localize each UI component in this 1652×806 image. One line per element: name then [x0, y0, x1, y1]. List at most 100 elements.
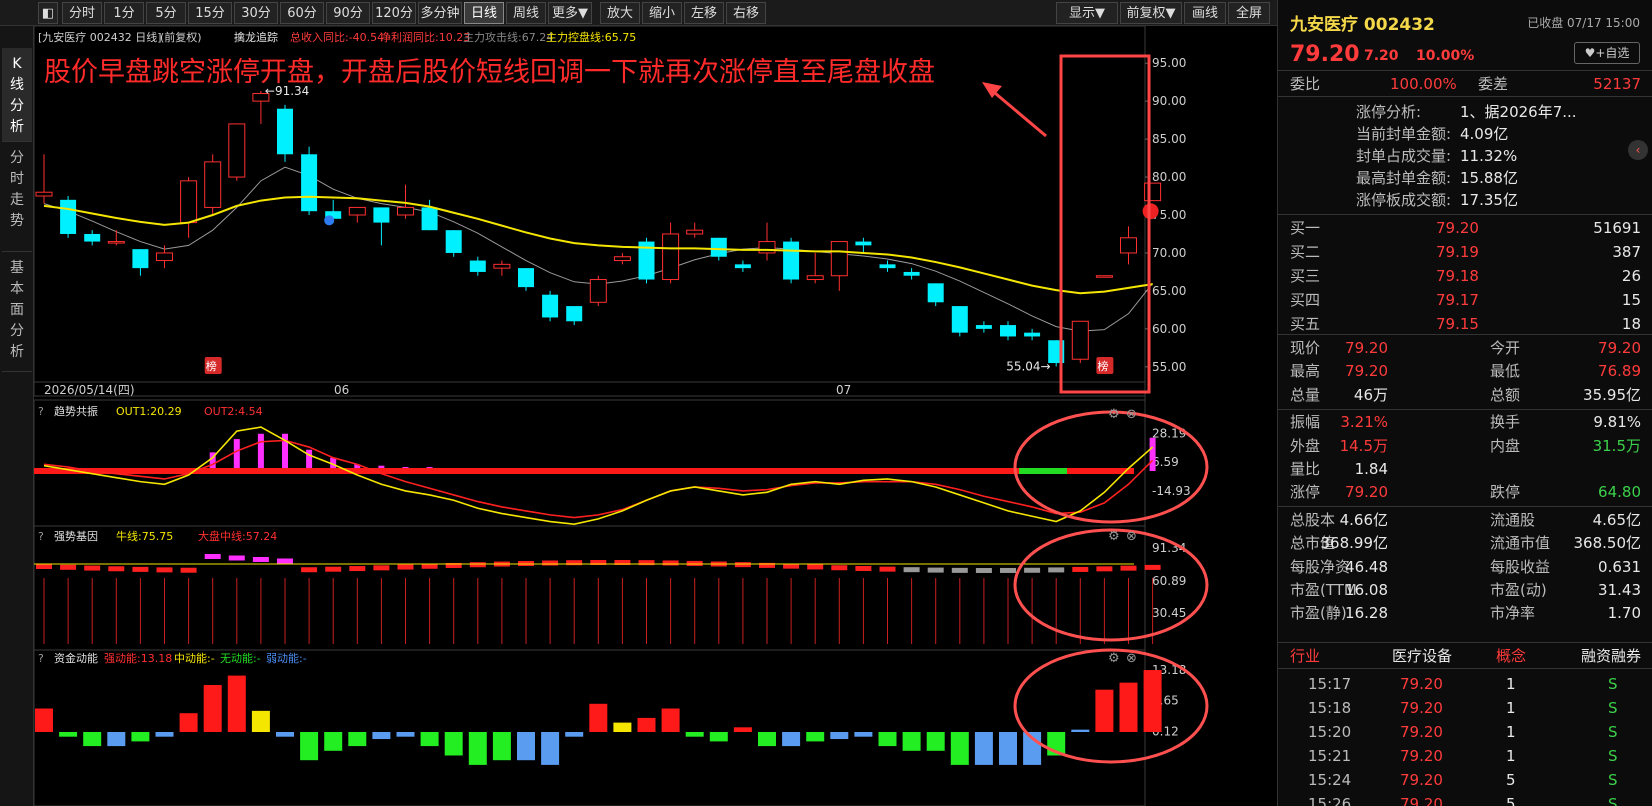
stat-key-2: 今开 [1490, 339, 1521, 357]
timeframe-3[interactable]: 15分 [188, 2, 232, 24]
funds-bar [468, 732, 487, 765]
left-tab-2[interactable]: 基本面分析 [2, 252, 32, 372]
gene-mark [36, 564, 52, 569]
timeframe-11[interactable]: 更多▼ [548, 2, 592, 24]
stat-key-1: 总股本 [1290, 510, 1336, 529]
gene-mark [1096, 566, 1113, 572]
chart-toolbar: ◧ 分时 1分 5分 15分 30分 60分 90分 120分 多分钟 日线 周线 更多▼ 放大 缩小 左移右… [0, 0, 1277, 26]
stat-value-1: 46万 [1353, 385, 1388, 404]
tick-time: 15:21 [1308, 747, 1352, 765]
panel3-niu: 牛线:75.75 [116, 529, 173, 543]
stat-value-2: 1.70 [1607, 604, 1641, 623]
tick-price: 79.20 [1400, 699, 1443, 717]
candle-body [493, 263, 511, 269]
timeframe-6[interactable]: 90分 [326, 2, 370, 24]
add-watchlist-button[interactable]: ♥+自选 [1574, 42, 1640, 64]
stat-value-1: 4.66亿 [1339, 510, 1388, 529]
candle-body [180, 180, 198, 224]
funds-bar [444, 732, 463, 756]
annotation-text: 股价早盘跳空涨停开盘，开盘后股价短线回调一下就再次涨停直至尾盘收盘 [44, 57, 935, 88]
gene-mark [686, 560, 703, 566]
toolbar-right-1[interactable]: 前复权▼ [1120, 2, 1182, 24]
gene-mark [132, 566, 149, 572]
chart-action-0[interactable]: 放大 [600, 2, 640, 24]
date-month-1: 06 [334, 383, 349, 397]
timeframe-9[interactable]: 日线 [464, 2, 504, 24]
stat-value-1: 79.20 [1345, 339, 1388, 357]
candle-body [879, 264, 896, 269]
stat-key-1: 总量 [1290, 385, 1321, 404]
gene-mark [180, 567, 197, 573]
industry-label: 行业 [1290, 647, 1321, 665]
toolbar-right-2[interactable]: 画线 [1184, 2, 1226, 24]
chart-action-3[interactable]: 右移 [726, 2, 766, 24]
chart-action-2[interactable]: 左移 [684, 2, 724, 24]
toolbar-right-0[interactable]: 显示▼ [1056, 2, 1118, 24]
funds-bar [926, 732, 945, 751]
price-tick-1: 90.00 [1152, 94, 1186, 108]
bid-label: 买一 [1290, 219, 1321, 237]
gene-mark [373, 565, 390, 571]
weibi-row: 委比 100.00% 委差 52137 [1278, 72, 1652, 96]
panel3-border [34, 525, 1146, 651]
chart-action-1[interactable]: 缩小 [642, 2, 682, 24]
candle-body [662, 233, 680, 281]
quote-panel: 九安医疗 002432 已收盘 07/17 15:00 79.20 7.20 1… [1277, 0, 1652, 806]
sep-5 [1278, 642, 1652, 643]
limit-info-value: 1、据2026年7... [1460, 103, 1577, 121]
timeframe-1[interactable]: 1分 [104, 2, 144, 24]
price-tick-6: 65.00 [1152, 284, 1186, 298]
panel2-name: 趋势共振 [54, 404, 98, 418]
funds-bar [733, 727, 752, 732]
timeframe-0[interactable]: 分时 [62, 2, 102, 24]
gene-mark [156, 567, 173, 573]
funds-bar [1071, 729, 1090, 732]
limit-up-badge-icon [1142, 203, 1159, 220]
bid-label: 买四 [1290, 291, 1321, 309]
left-tab-0[interactable]: K线分析 [2, 48, 32, 142]
funds-bar [83, 732, 102, 747]
osc-yellow-line [43, 426, 1154, 526]
candle-body [758, 241, 776, 254]
limit-info-row-1: 当前封单金额: 4.09亿 [1278, 122, 1652, 146]
timeframe-10[interactable]: 周线 [506, 2, 546, 24]
gene-mark [1048, 567, 1065, 573]
stat-key-1: 市盈(静) [1290, 604, 1347, 623]
weibi-label: 委比 [1290, 75, 1321, 93]
timeframe-8[interactable]: 多分钟 [418, 2, 462, 24]
sep-3 [1278, 214, 1652, 215]
candle-body [927, 283, 944, 303]
funds-bar [131, 732, 150, 742]
funds-bar [251, 710, 270, 732]
kline-chart-area[interactable]: [九安医疗 002432 日线](前复权) 擒龙追踪 总收入同比:-40.54净利润… [34, 26, 1277, 806]
last-price: 79.20 [1290, 42, 1360, 67]
layout-toggle-icon[interactable]: ◧ [38, 2, 58, 24]
limit-info-value: 4.09亿 [1460, 125, 1509, 143]
gene-mark [734, 562, 751, 568]
candle-body [132, 249, 149, 269]
funds-bar [589, 703, 608, 732]
gene-mark [1000, 567, 1016, 573]
timeframe-5[interactable]: 60分 [280, 2, 324, 24]
bang-marker-1: 榜 [1097, 359, 1108, 373]
funds-bar [35, 708, 53, 732]
funds-bar [348, 732, 367, 747]
stat-value-1: 1.84 [1354, 460, 1388, 478]
toolbar-right-3[interactable]: 全屏 [1228, 2, 1270, 24]
panel2-close-icon: ⊗ [1126, 407, 1137, 422]
gene-mark [325, 566, 342, 572]
chart-symbol-label: [九安医疗 002432 日线] [38, 30, 162, 44]
osc-bar [257, 433, 264, 471]
price-tick-5: 70.00 [1152, 246, 1186, 260]
gene-mark [879, 566, 896, 572]
left-tab-1[interactable]: 分时走势 [2, 142, 32, 252]
timeframe-4[interactable]: 30分 [234, 2, 278, 24]
timeframe-7[interactable]: 120分 [372, 2, 416, 24]
indicator-metric-2: 主力攻击线:67.24 [463, 30, 553, 44]
timeframe-2[interactable]: 5分 [146, 2, 186, 24]
stat-key-1: 涨停 [1290, 483, 1321, 502]
stat-row-4: 外盘 14.5万 内盘 31.5万 [1278, 434, 1652, 458]
osc-red-line [43, 439, 1154, 519]
stat-key-2: 内盘 [1490, 436, 1521, 455]
candle-body [277, 108, 293, 155]
